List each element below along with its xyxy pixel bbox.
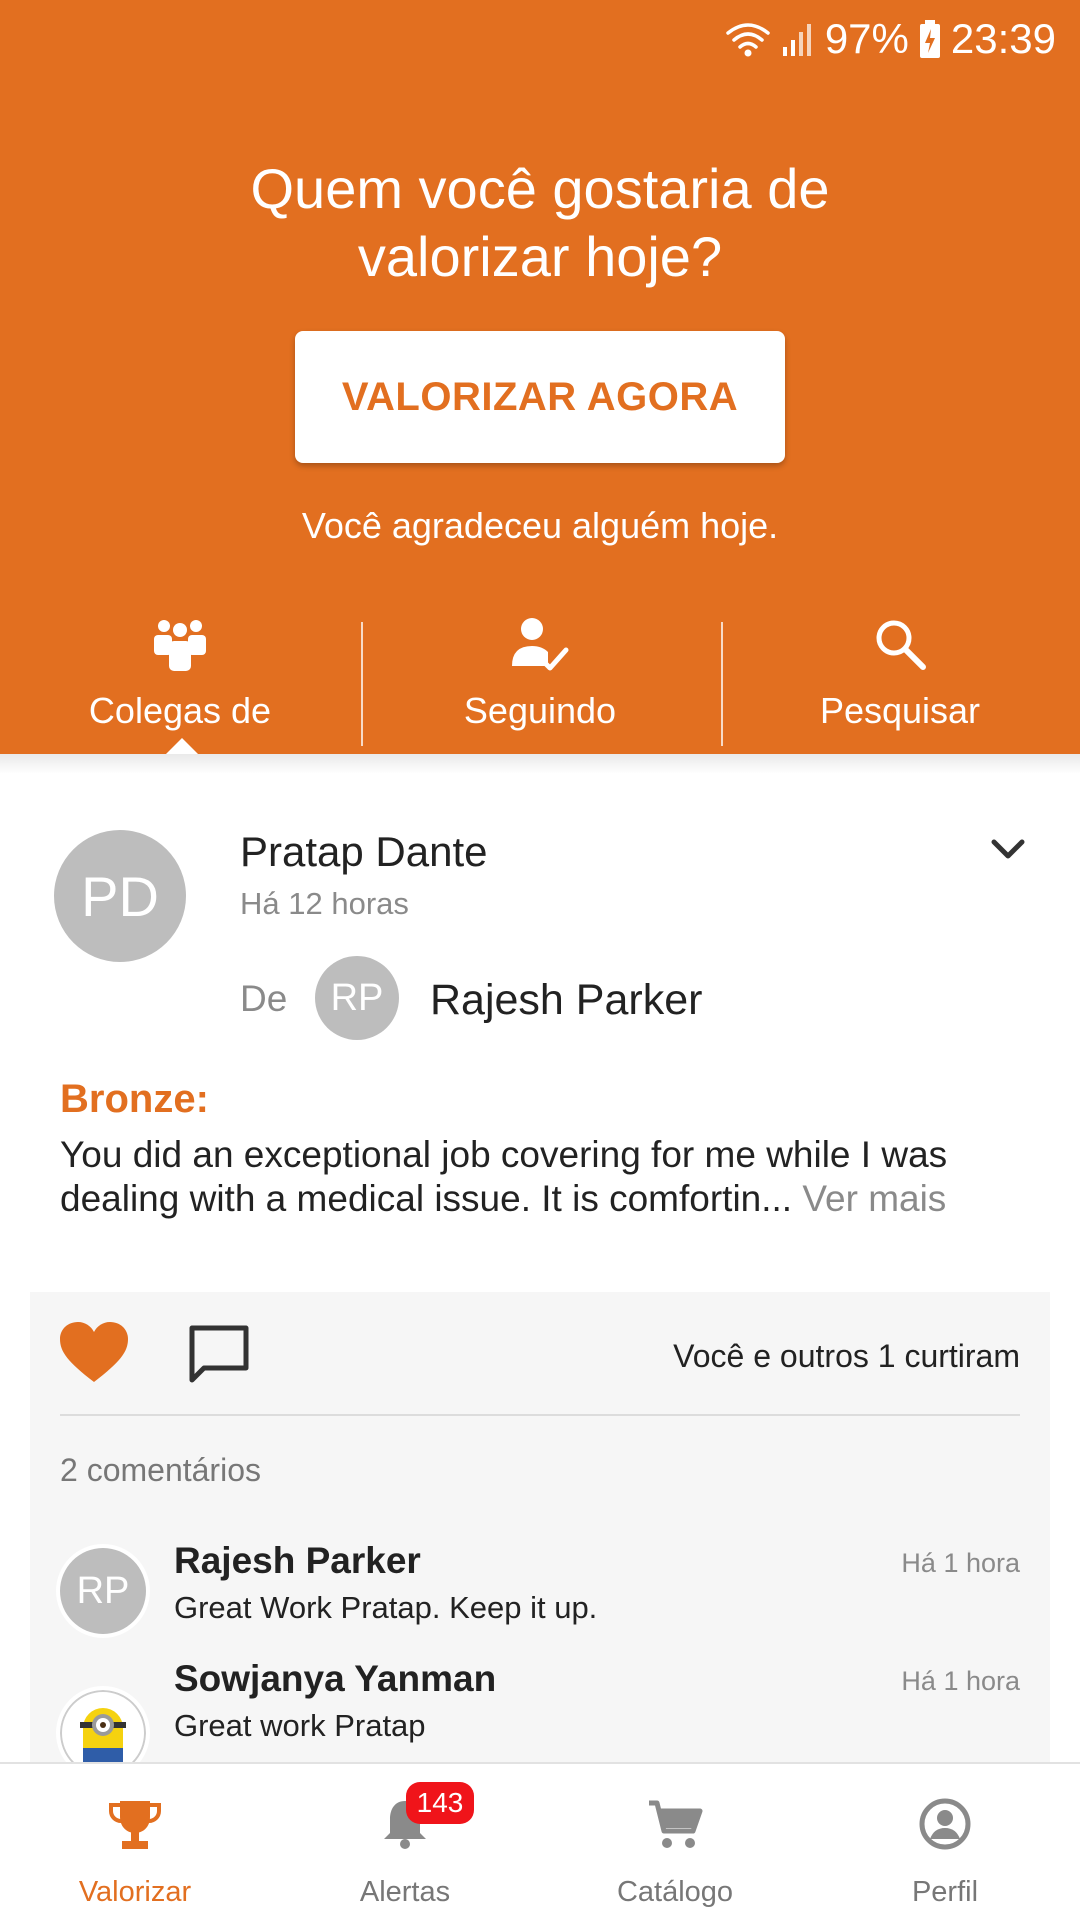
tab-following[interactable]: Seguindo [360,600,720,754]
profile-icon [918,1794,972,1854]
app-header: 97% 23:39 Quem você gostaria de valoriza… [0,0,1080,754]
award-label: Bronze: [60,1077,209,1121]
comment-text: Great work Pratap [174,1708,426,1743]
sender-name[interactable]: Rajesh Parker [430,976,702,1025]
nav-appreciate[interactable]: Valorizar [0,1764,270,1922]
tab-following-label: Seguindo [463,690,617,731]
trophy-icon [108,1794,162,1854]
search-icon [872,610,928,678]
battery-percent: 97% [824,15,909,62]
divider [60,1414,1020,1416]
heart-icon[interactable] [58,1320,130,1389]
recipient-name[interactable]: Pratap Dante [240,828,488,876]
thanks-status-text: Você agradeceu alguém hoje. [301,505,779,546]
person-check-icon [510,610,570,678]
tab-colleagues[interactable]: Colegas de [0,600,360,754]
cart-icon [647,1794,703,1854]
nav-appreciate-label: Valorizar [78,1876,192,1908]
see-more-link[interactable]: Ver mais [802,1178,946,1219]
group-icon [150,610,210,678]
comment-text: Great Work Pratap. Keep it up. [174,1590,598,1625]
likes-summary[interactable]: Você e outros 1 curtiram [673,1338,1020,1375]
nav-catalog-label: Catálogo [616,1876,734,1908]
nav-catalog[interactable]: Catálogo [540,1764,810,1922]
selected-tab-indicator [166,738,198,754]
sender-avatar[interactable]: RP [315,956,399,1040]
bottom-navigation: Valorizar Alertas Catálogo Perfil [0,1762,1080,1922]
nav-alerts[interactable]: Alertas [270,1764,540,1922]
comment-author[interactable]: Sowjanya Yanman [174,1658,496,1700]
page-title: Quem você gostaria de valorizar hoje? [0,155,1080,291]
comment-time: Há 1 hora [901,1548,1020,1578]
nav-alerts-label: Alertas [359,1876,451,1908]
alerts-badge: 143 [406,1782,474,1824]
nav-profile[interactable]: Perfil [810,1764,1080,1922]
comment-time: Há 1 hora [901,1666,1020,1696]
nav-profile-label: Perfil [911,1876,979,1908]
status-bar: 97% 23:39 [725,14,1056,64]
comment-avatar[interactable]: RP [60,1548,146,1634]
comment-icon[interactable] [186,1322,252,1393]
feed-tabs: Colegas de Seguindo Pesquisar [0,600,1080,754]
tab-search[interactable]: Pesquisar [720,600,1080,754]
from-label: De [240,978,288,1019]
battery-charging-icon [919,19,941,59]
signal-icon [781,21,815,57]
post-time: Há 12 horas [240,886,409,921]
headline-line-2: valorizar hoje? [357,225,723,288]
tab-colleagues-label: Colegas de [88,690,272,731]
recipient-avatar[interactable]: PD [54,830,186,962]
comment-author[interactable]: Rajesh Parker [174,1540,421,1582]
header-shadow [0,754,1080,774]
appreciate-now-button[interactable]: VALORIZAR AGORA [295,331,785,463]
comment-count[interactable]: 2 comentários [60,1452,261,1489]
post-message: You did an exceptional job covering for … [60,1133,1020,1221]
wifi-icon [725,21,771,57]
chevron-down-icon[interactable] [990,838,1026,867]
tab-search-label: Pesquisar [819,690,981,731]
headline-line-1: Quem você gostaria de [250,157,830,220]
clock: 23:39 [950,15,1056,62]
